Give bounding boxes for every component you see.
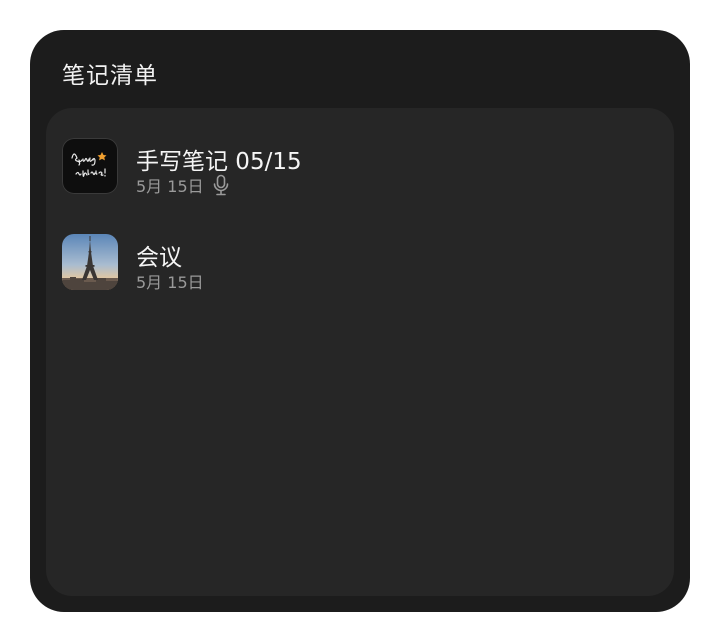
note-date: 5月 15日 <box>136 177 204 196</box>
widget-title[interactable]: 笔记清单 <box>62 56 158 90</box>
notes-list: 手写笔记 05/15 5月 15日 会议 5月 15日 <box>46 108 674 596</box>
note-meta: 5月 15日 <box>136 174 230 196</box>
note-date: 5月 15日 <box>136 273 204 292</box>
notes-list-widget: 笔记清单 手写笔记 05/15 5月 15日 会议 5月 15日 <box>30 30 690 612</box>
note-title: 手写笔记 05/15 <box>136 149 302 175</box>
handwriting-thumbnail <box>62 138 118 194</box>
note-title: 会议 <box>136 245 182 271</box>
note-item-meeting[interactable]: 会议 5月 15日 <box>62 232 658 296</box>
note-item-handwritten[interactable]: 手写笔记 05/15 5月 15日 <box>62 136 658 200</box>
note-meta: 5月 15日 <box>136 270 204 292</box>
eiffel-tower-photo-thumbnail <box>62 234 118 290</box>
microphone-icon <box>212 174 230 196</box>
